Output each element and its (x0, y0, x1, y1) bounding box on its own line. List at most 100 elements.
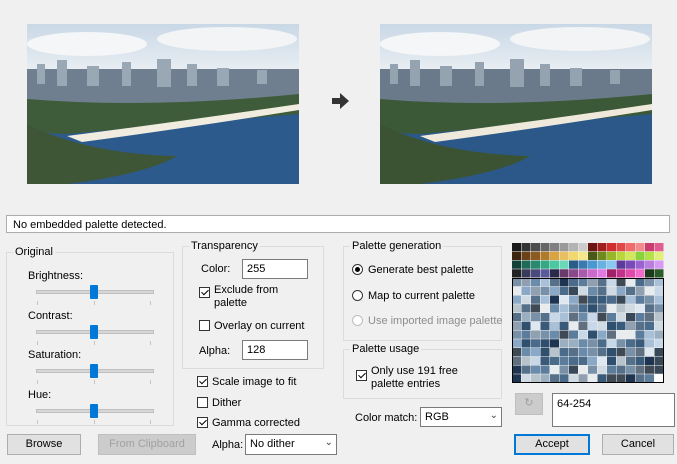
palette-swatch[interactable] (521, 269, 531, 278)
palette-swatch[interactable] (512, 365, 521, 374)
palette-swatch[interactable] (626, 330, 635, 339)
palette-swatch[interactable] (597, 339, 607, 348)
palette-swatch[interactable] (607, 251, 616, 260)
palette-swatch[interactable] (550, 339, 559, 348)
palette-swatch[interactable] (616, 374, 626, 383)
palette-swatch[interactable] (521, 304, 531, 313)
palette-swatch[interactable] (569, 295, 578, 304)
palette-swatch[interactable] (512, 295, 521, 304)
palette-swatch[interactable] (645, 339, 654, 348)
palette-swatch[interactable] (635, 269, 645, 278)
palette-swatch[interactable] (540, 330, 550, 339)
palette-swatch[interactable] (550, 356, 559, 365)
palette-swatch[interactable] (626, 269, 635, 278)
palette-swatch[interactable] (569, 330, 578, 339)
palette-swatch[interactable] (512, 313, 521, 322)
browse-button[interactable]: Browse (7, 434, 81, 455)
palette-swatch[interactable] (578, 304, 588, 313)
palette-swatch[interactable] (531, 260, 540, 269)
palette-swatch[interactable] (588, 321, 597, 330)
palette-swatch[interactable] (597, 313, 607, 322)
palette-swatch[interactable] (521, 339, 531, 348)
palette-swatch[interactable] (597, 330, 607, 339)
palette-swatch[interactable] (569, 321, 578, 330)
palette-swatch[interactable] (540, 260, 550, 269)
palette-swatch[interactable] (588, 339, 597, 348)
palette-swatch[interactable] (550, 260, 559, 269)
palette-swatch[interactable] (645, 330, 654, 339)
palette-swatch[interactable] (550, 243, 559, 252)
palette-swatch[interactable] (550, 304, 559, 313)
palette-swatch[interactable] (559, 339, 569, 348)
palette-swatch[interactable] (654, 304, 664, 313)
palette-swatch[interactable] (578, 374, 588, 383)
palette-swatch[interactable] (616, 313, 626, 322)
cancel-button[interactable]: Cancel (602, 434, 674, 455)
palette-swatch[interactable] (597, 374, 607, 383)
palette-swatch[interactable] (645, 278, 654, 287)
palette-swatch[interactable] (540, 251, 550, 260)
palette-swatch[interactable] (588, 313, 597, 322)
alpha-dither-select[interactable]: No dither ⌄ (245, 434, 337, 455)
dither-checkbox[interactable] (197, 397, 208, 408)
palette-swatch[interactable] (635, 321, 645, 330)
palette-swatch[interactable] (645, 251, 654, 260)
map-to-current-palette-radio[interactable] (352, 290, 363, 301)
palette-swatch[interactable] (654, 365, 664, 374)
palette-swatch[interactable] (626, 356, 635, 365)
palette-swatch[interactable] (616, 304, 626, 313)
palette-swatch[interactable] (569, 374, 578, 383)
palette-swatch[interactable] (578, 313, 588, 322)
palette-swatch[interactable] (654, 295, 664, 304)
palette-swatch[interactable] (588, 330, 597, 339)
palette-swatch[interactable] (597, 286, 607, 295)
palette-swatch[interactable] (626, 313, 635, 322)
palette-swatch[interactable] (578, 321, 588, 330)
brightness-slider-thumb[interactable] (90, 285, 98, 299)
palette-swatch[interactable] (559, 330, 569, 339)
palette-swatch[interactable] (569, 269, 578, 278)
palette-swatch[interactable] (531, 243, 540, 252)
palette-swatch[interactable] (521, 243, 531, 252)
palette-swatch[interactable] (654, 321, 664, 330)
palette-swatch[interactable] (540, 295, 550, 304)
palette-swatch[interactable] (521, 374, 531, 383)
palette-swatch[interactable] (607, 339, 616, 348)
palette-swatch[interactable] (512, 243, 521, 252)
palette-swatch[interactable] (626, 365, 635, 374)
palette-swatch[interactable] (635, 339, 645, 348)
palette-swatch[interactable] (635, 286, 645, 295)
palette-swatch[interactable] (540, 313, 550, 322)
palette-swatch[interactable] (578, 339, 588, 348)
palette-swatch[interactable] (540, 321, 550, 330)
palette-swatch[interactable] (578, 260, 588, 269)
palette-swatch[interactable] (550, 330, 559, 339)
palette-swatch[interactable] (616, 295, 626, 304)
palette-swatch[interactable] (569, 339, 578, 348)
palette-swatch[interactable] (540, 304, 550, 313)
palette-swatch[interactable] (654, 269, 664, 278)
palette-swatch[interactable] (626, 260, 635, 269)
palette-swatch[interactable] (512, 269, 521, 278)
palette-swatch[interactable] (521, 313, 531, 322)
palette-swatch[interactable] (550, 365, 559, 374)
palette-swatch[interactable] (521, 260, 531, 269)
palette-swatch[interactable] (531, 269, 540, 278)
palette-swatch[interactable] (645, 313, 654, 322)
palette-swatch[interactable] (645, 348, 654, 357)
saturation-slider-thumb[interactable] (90, 364, 98, 378)
palette-swatch[interactable] (607, 295, 616, 304)
generate-best-palette-radio[interactable] (352, 264, 363, 275)
palette-swatch[interactable] (626, 251, 635, 260)
palette-swatch[interactable] (540, 339, 550, 348)
palette-swatch[interactable] (531, 321, 540, 330)
palette-grid[interactable] (512, 243, 664, 386)
palette-swatch[interactable] (597, 365, 607, 374)
palette-swatch[interactable] (607, 374, 616, 383)
palette-swatch[interactable] (607, 313, 616, 322)
palette-swatch[interactable] (635, 374, 645, 383)
palette-swatch[interactable] (654, 339, 664, 348)
contrast-slider-thumb[interactable] (90, 325, 98, 339)
palette-swatch[interactable] (512, 330, 521, 339)
palette-swatch[interactable] (654, 374, 664, 383)
